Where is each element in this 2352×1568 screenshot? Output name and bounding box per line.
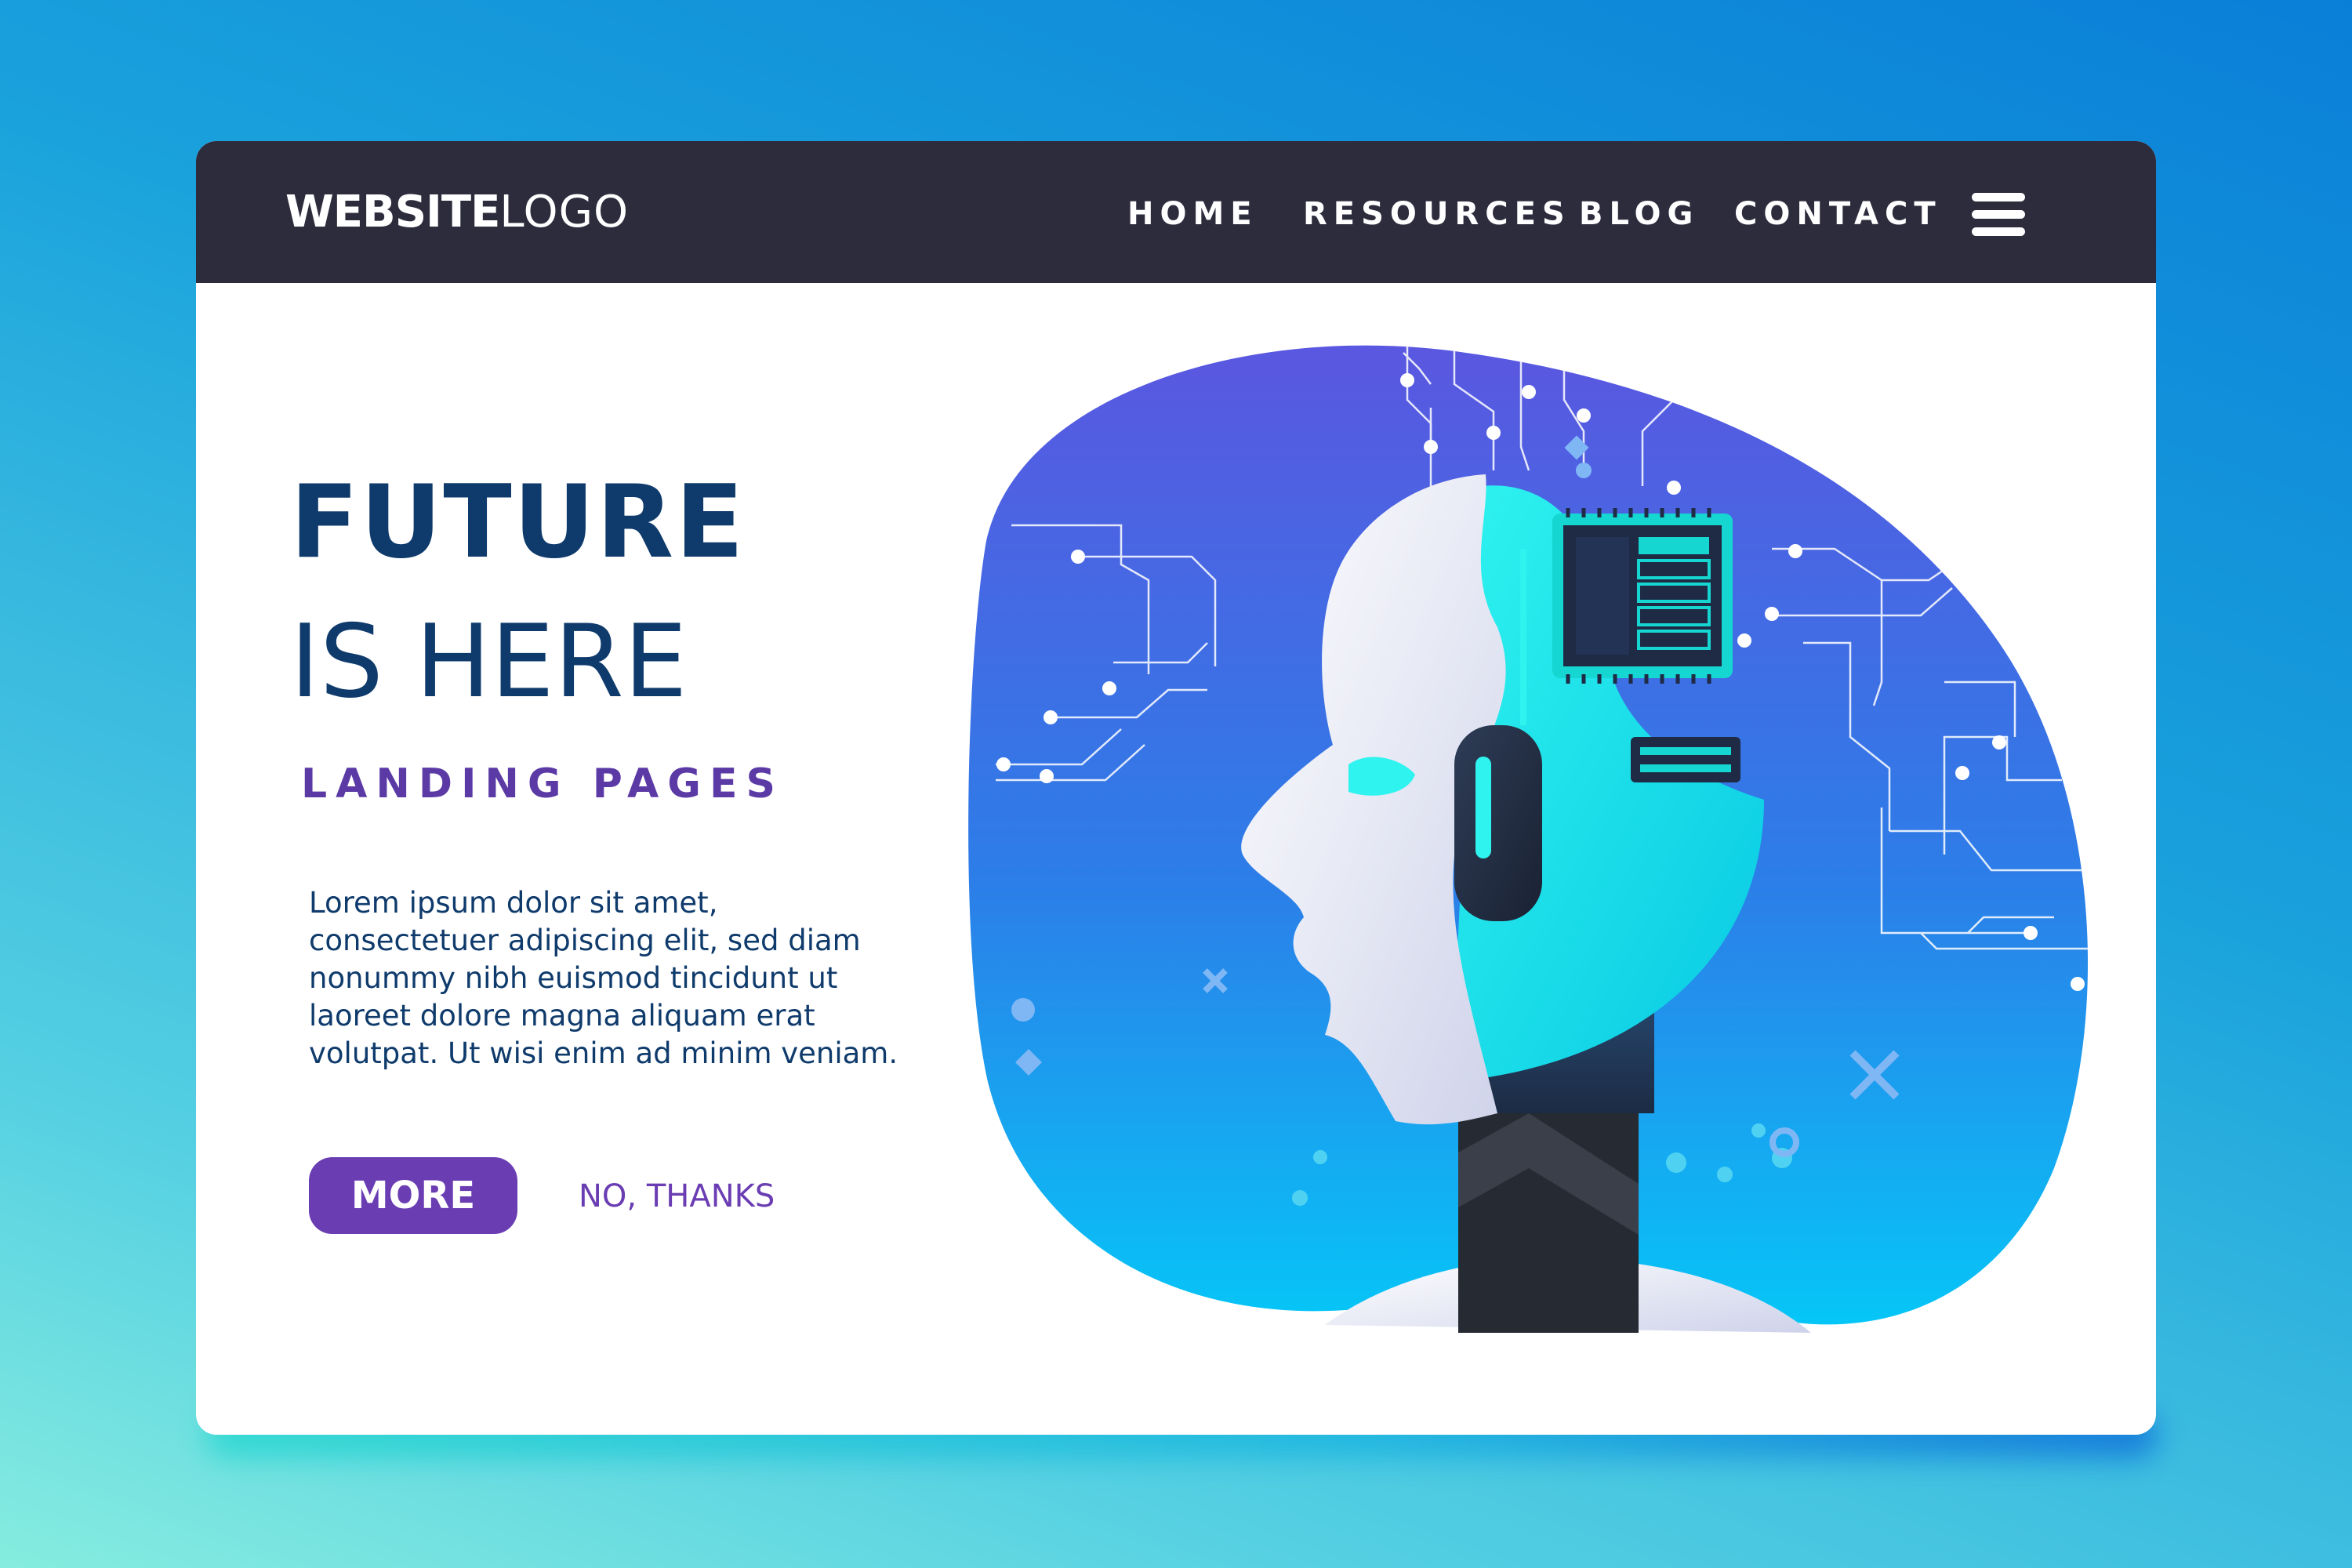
landing-page-card: WEBSITELOGO HOME RESOURCES BLOG CONTACT — [196, 141, 2156, 1435]
processor-chip-icon — [1552, 508, 1733, 684]
hero-title-line1: FUTURE — [290, 464, 746, 581]
small-chip-icon — [1631, 737, 1740, 782]
description-line: Lorem ipsum dolor sit amet, — [309, 886, 718, 920]
description-line: nonummy nibh euismod tincidunt ut — [309, 961, 838, 995]
description-line: laoreet dolore magna aliquam erat — [309, 999, 815, 1033]
no-thanks-link[interactable]: NO, THANKS — [579, 1178, 775, 1215]
hero-subtitle: LANDING PAGES — [301, 760, 784, 808]
robot-ear-piece — [1454, 725, 1542, 921]
hero-title-line2: IS HERE — [290, 604, 688, 720]
description-line: consectetuer adipiscing elit, sed diam — [309, 924, 861, 957]
hero-description: Lorem ipsum dolor sit amet, consectetuer… — [309, 884, 905, 1073]
more-button[interactable]: MORE — [309, 1157, 517, 1234]
description-line: volutpat. Ut wisi enim ad minim veniam. — [309, 1036, 898, 1070]
